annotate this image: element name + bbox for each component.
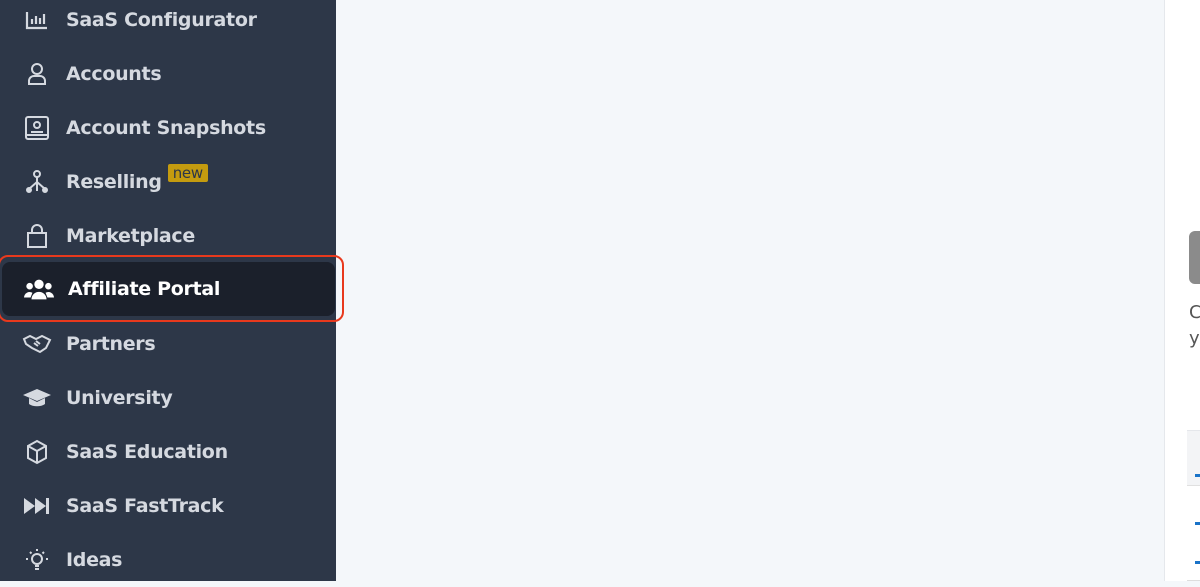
sidebar-item-label: SaaS Configurator: [66, 9, 257, 31]
graduation-cap-icon: [22, 385, 52, 411]
sidebar-item-account-snapshots[interactable]: Account Snapshots: [0, 101, 336, 155]
new-badge: new: [167, 164, 208, 182]
table-link[interactable]: [1195, 561, 1200, 564]
lightbulb-icon: [22, 547, 52, 573]
sidebar-item-label: Reselling: [66, 171, 162, 193]
cube-icon: [22, 439, 52, 465]
sidebar-item-saas-fasttrack[interactable]: SaaS FastTrack: [0, 479, 336, 533]
sidebar-item-saas-configurator[interactable]: SaaS Configurator: [0, 0, 336, 47]
panel-text: Cyo: [1189, 302, 1200, 349]
network-icon: [22, 169, 52, 195]
sidebar-item-label: University: [66, 387, 173, 409]
snapshot-icon: [22, 115, 52, 141]
sidebar-item-ideas[interactable]: Ideas: [0, 533, 336, 587]
table-link[interactable]: [1195, 474, 1200, 477]
table-header: [1187, 430, 1200, 486]
right-panel: Cyo: [1164, 0, 1200, 581]
highlight-outline: [0, 255, 344, 322]
bar-chart-icon: [22, 7, 52, 33]
fast-forward-icon: [22, 493, 52, 519]
sidebar-item-saas-education[interactable]: SaaS Education: [0, 425, 336, 479]
sidebar-item-label: SaaS Education: [66, 441, 228, 463]
sidebar-item-university[interactable]: University: [0, 371, 336, 425]
sidebar-item-label: Partners: [66, 333, 156, 355]
sidebar-item-label: Marketplace: [66, 225, 195, 247]
table-link[interactable]: [1195, 522, 1200, 525]
panel-button[interactable]: [1189, 231, 1200, 284]
sidebar-item-reselling[interactable]: Reselling new: [0, 155, 336, 209]
sidebar-item-partners[interactable]: Partners: [0, 317, 336, 371]
user-icon: [22, 61, 52, 87]
sidebar-item-label: Ideas: [66, 549, 123, 571]
shopping-bag-icon: [22, 223, 52, 249]
sidebar-item-label: Accounts: [66, 63, 162, 85]
sidebar-item-label: SaaS FastTrack: [66, 495, 224, 517]
table-row: [1187, 486, 1200, 581]
handshake-icon: [22, 331, 52, 357]
sidebar-item-accounts[interactable]: Accounts: [0, 47, 336, 101]
sidebar-item-label: Account Snapshots: [66, 117, 266, 139]
